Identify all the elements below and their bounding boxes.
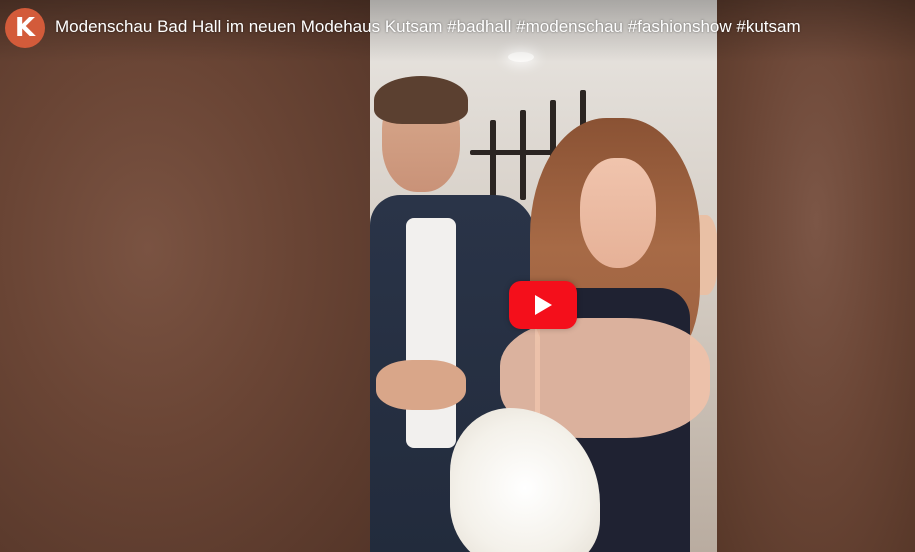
channel-avatar-letter: K <box>14 13 36 43</box>
video-thumbnail[interactable] <box>370 0 717 552</box>
title-bar: K Modenschau Bad Hall im neuen Modehaus … <box>0 0 915 62</box>
play-button[interactable] <box>509 281 577 329</box>
person-woman <box>450 118 717 552</box>
video-player[interactable]: K Modenschau Bad Hall im neuen Modehaus … <box>0 0 915 552</box>
blurred-backdrop-left <box>0 0 370 552</box>
video-title[interactable]: Modenschau Bad Hall im neuen Modehaus Ku… <box>55 17 801 37</box>
play-icon <box>535 295 552 315</box>
channel-avatar[interactable]: K <box>5 8 45 48</box>
blurred-backdrop-right <box>717 0 915 552</box>
